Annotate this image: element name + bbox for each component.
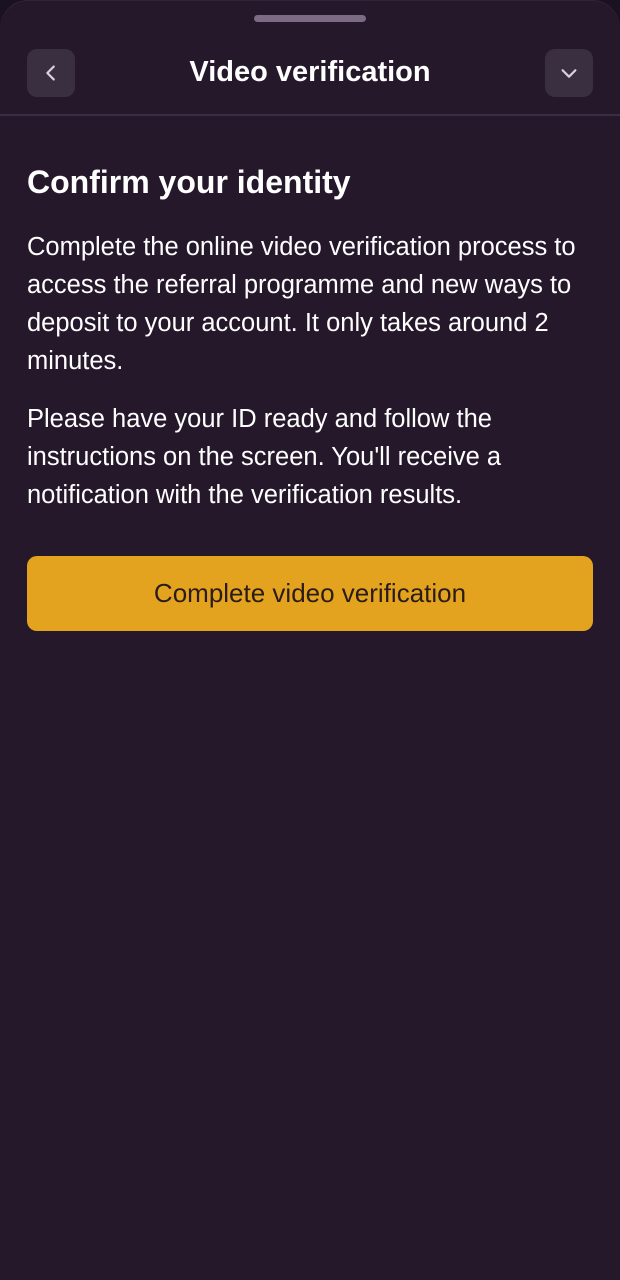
header: Video verification xyxy=(0,38,620,116)
back-button[interactable] xyxy=(27,49,75,97)
section-heading: Confirm your identity xyxy=(27,164,351,200)
page-title: Video verification xyxy=(189,56,431,88)
collapse-button[interactable] xyxy=(545,49,593,97)
bottom-sheet: Video verification Confirm your identity… xyxy=(0,0,620,1280)
description-paragraph: Complete the online video verification p… xyxy=(27,233,576,375)
content: Confirm your identity Complete the onlin… xyxy=(27,160,593,514)
drag-handle[interactable] xyxy=(254,15,366,22)
chevron-down-icon xyxy=(561,69,577,78)
chevron-left-icon xyxy=(46,65,55,81)
instructions-paragraph: Please have your ID ready and follow the… xyxy=(27,405,502,509)
complete-video-verification-button[interactable]: Complete video verification xyxy=(27,556,593,631)
